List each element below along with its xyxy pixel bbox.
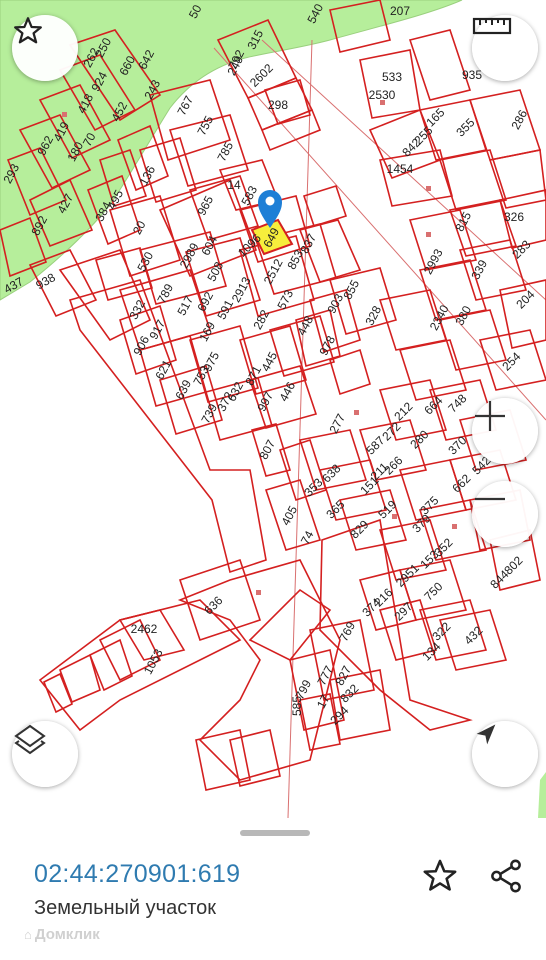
favorite-button[interactable] — [418, 854, 462, 898]
plus-icon — [475, 401, 505, 431]
parcel-label[interactable]: 573 — [274, 287, 296, 312]
layers-icon — [14, 724, 46, 755]
parcel-label[interactable]: 432 — [461, 623, 485, 647]
parcel-label[interactable]: 136 — [136, 163, 158, 188]
parcel-label[interactable]: 277 — [326, 411, 348, 436]
parcel-label[interactable]: 935 — [462, 68, 482, 82]
parcel-label[interactable]: 2602 — [247, 61, 276, 90]
zoom-in-button[interactable] — [472, 398, 538, 464]
forest-patch — [538, 772, 546, 818]
parcel-label[interactable]: 280 — [407, 427, 431, 451]
parcel-label[interactable]: 2512 — [261, 256, 286, 286]
parcel-label[interactable]: 2530 — [369, 88, 396, 102]
parcel-label[interactable]: 74 — [298, 528, 317, 547]
parcel-label[interactable]: 326 — [504, 210, 524, 224]
parcel-label[interactable]: 621 — [152, 357, 174, 382]
parcel-label[interactable]: 207 — [390, 4, 410, 18]
sheet-drag-handle[interactable] — [240, 830, 310, 836]
parcel-info-sheet[interactable]: 02:44:270901:619 Земельный участок ⌂ Домк… — [0, 818, 546, 960]
parcel-label[interactable]: 2989 — [177, 240, 202, 270]
parcel-label[interactable]: 14 — [227, 178, 241, 192]
watermark-logo: ⌂ Домклик — [24, 926, 100, 943]
parcel-label[interactable]: 636 — [201, 593, 225, 617]
star-icon — [423, 859, 457, 891]
parcel-label[interactable]: 212 — [391, 399, 415, 423]
parcel-label[interactable]: 448 — [294, 313, 316, 338]
parcel-label[interactable]: 533 — [382, 70, 402, 84]
parcel-label[interactable]: 530 — [134, 249, 156, 274]
parcel-label[interactable]: 298 — [268, 98, 288, 112]
parcel-label[interactable]: 785 — [214, 139, 236, 164]
share-button[interactable] — [484, 854, 528, 898]
ruler-icon — [472, 17, 512, 35]
property-type: Земельный участок — [34, 897, 217, 919]
parcel-label[interactable]: 283 — [509, 237, 533, 261]
watermark-icon: ⌂ — [24, 927, 32, 942]
parcel-label[interactable]: 662 — [449, 471, 473, 495]
watermark-text: Домклик — [34, 926, 100, 943]
zoom-out-button[interactable] — [472, 481, 538, 547]
parcel-label[interactable]: 750 — [421, 579, 445, 603]
parcel-label[interactable]: 807 — [256, 437, 278, 462]
parcel-label[interactable]: 748 — [445, 391, 469, 415]
parcel-label[interactable]: 355 — [453, 115, 477, 139]
parcel-label[interactable]: 815 — [452, 209, 474, 234]
star-icon — [14, 17, 42, 44]
parcel-label[interactable]: 380 — [452, 303, 474, 328]
minus-icon — [475, 497, 505, 501]
parcel-label[interactable]: 965 — [194, 193, 216, 218]
parcel-label[interactable]: 282 — [250, 307, 272, 332]
ruler-button[interactable] — [472, 15, 538, 81]
parcel-label[interactable]: 755 — [194, 113, 216, 138]
parcel-label[interactable]: 789 — [154, 281, 176, 306]
parcel-label[interactable]: 2993 — [421, 246, 446, 276]
parcel-label[interactable]: 583 — [238, 183, 260, 208]
navigation-arrow-icon — [476, 724, 496, 745]
map-canvas[interactable]: 250262 642660243924418 452419962 7018029342… — [0, 0, 546, 818]
parcel-label[interactable]: 379 — [409, 511, 433, 535]
parcel-label[interactable]: 204 — [513, 287, 537, 311]
favorite-map-button[interactable] — [12, 15, 78, 81]
my-location-button[interactable] — [472, 721, 538, 787]
parcel-label[interactable]: 585 — [290, 696, 304, 716]
parcel-label[interactable]: 664 — [421, 393, 445, 417]
share-icon — [491, 859, 521, 893]
parcel-label[interactable]: 1454 — [387, 162, 414, 176]
parcel-label[interactable]: 829 — [347, 517, 371, 541]
parcel-label[interactable]: 517 — [174, 293, 196, 318]
cadastral-map[interactable]: 250 262 642 660 243 924 418 452 419 962 70 180 293 42… — [0, 0, 546, 818]
parcel-label[interactable]: 169 — [196, 319, 218, 344]
parcel-label[interactable]: 2462 — [131, 622, 158, 636]
parcel-label[interactable]: 1053 — [141, 646, 166, 676]
cadastral-number: 02:44:270901:619 — [34, 860, 241, 888]
layers-button[interactable] — [12, 721, 78, 787]
